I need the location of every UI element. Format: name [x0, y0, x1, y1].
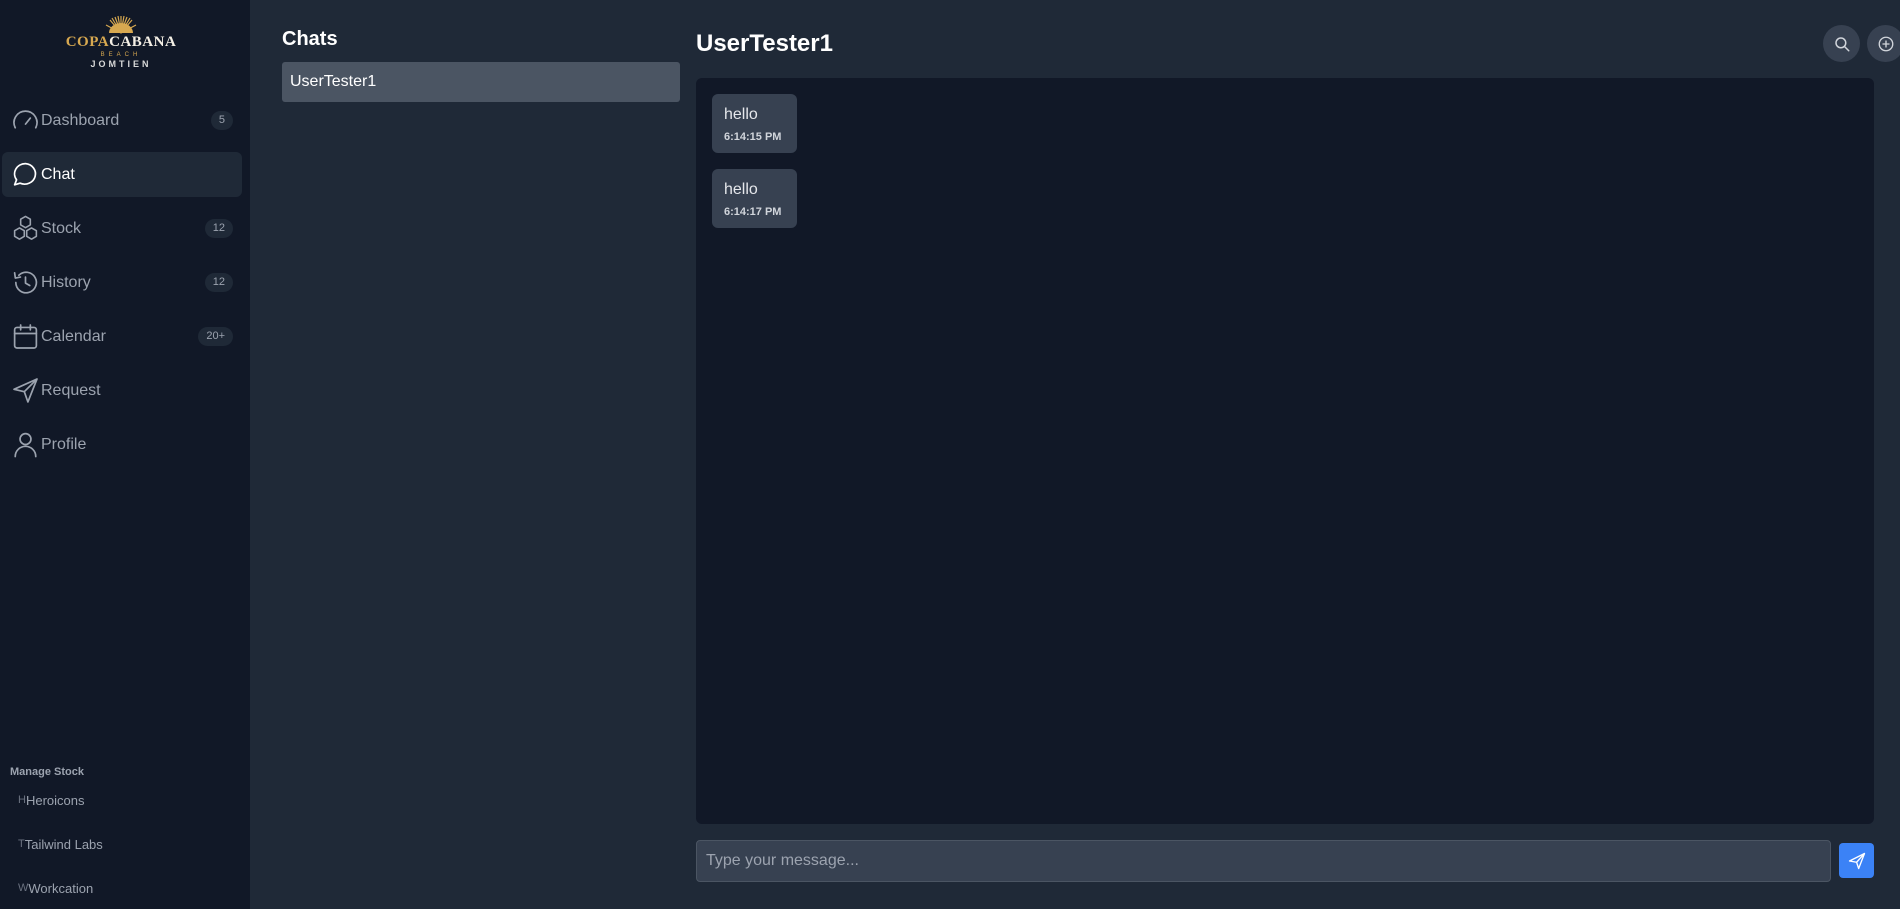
- send-icon: [1848, 852, 1865, 869]
- sidebar-item-dashboard[interactable]: Dashboard 5: [2, 98, 242, 143]
- message-timestamp: 6:14:17 PM: [724, 206, 782, 218]
- user-icon: [11, 430, 40, 459]
- conversation-panel: UserTester1 hello 6:14:15 PM hello 6:14:…: [682, 0, 1900, 909]
- sidebar-item-label: Profile: [41, 435, 87, 453]
- count-badge: 5: [210, 111, 233, 130]
- team-initial: H: [18, 794, 26, 806]
- message-thread: hello 6:14:15 PM hello 6:14:17 PM: [696, 78, 1874, 824]
- logo-subtitle: BEACH: [100, 52, 142, 58]
- manage-item-tailwind-labs[interactable]: T Tailwind Labs: [18, 834, 103, 854]
- dashboard-gauge-icon: [11, 106, 40, 135]
- chat-bubble-icon: [11, 160, 40, 189]
- message-bubble: hello 6:14:17 PM: [712, 169, 797, 228]
- manage-item-heroicons[interactable]: H Heroicons: [18, 790, 103, 810]
- chat-list-panel: Chats UserTester1: [250, 0, 682, 909]
- sidebar-item-chat[interactable]: Chat: [2, 152, 242, 197]
- brand-logo[interactable]: COPACABANA BEACH JOMTIEN: [0, 14, 242, 76]
- sidebar: COPACABANA BEACH JOMTIEN Dashboard 5 Cha…: [0, 0, 250, 909]
- sidebar-item-label: Chat: [41, 165, 75, 183]
- send-button[interactable]: [1839, 843, 1874, 878]
- message-bubble: hello 6:14:15 PM: [712, 94, 797, 153]
- sidebar-item-label: Request: [41, 381, 101, 399]
- team-label: Tailwind Labs: [24, 836, 103, 852]
- count-badge: 12: [204, 219, 233, 238]
- sidebar-item-calendar[interactable]: Calendar 20+: [2, 314, 242, 359]
- message-text: hello: [724, 106, 758, 123]
- team-initial: W: [18, 882, 29, 894]
- sidebar-item-label: Stock: [41, 219, 82, 237]
- search-button[interactable]: [1823, 25, 1860, 62]
- calendar-icon: [11, 322, 40, 351]
- team-label: Heroicons: [25, 792, 85, 808]
- count-badge: 20+: [198, 327, 233, 346]
- new-chat-button[interactable]: [1867, 25, 1900, 62]
- plus-circle-icon: [1878, 36, 1893, 51]
- manage-stock-heading: Manage Stock: [10, 766, 84, 778]
- team-initial: T: [18, 838, 25, 850]
- team-label: Workcation: [28, 880, 94, 896]
- sidebar-nav: Dashboard 5 Chat Stock 12 History 12 Cal…: [2, 98, 242, 476]
- sidebar-item-label: History: [41, 273, 91, 291]
- conversation-title: UserTester1: [696, 30, 833, 57]
- sidebar-item-history[interactable]: History 12: [2, 260, 242, 305]
- search-icon: [1834, 36, 1849, 51]
- count-badge: 12: [204, 273, 233, 292]
- message-timestamp: 6:14:15 PM: [724, 131, 782, 143]
- logo-location: JOMTIEN: [90, 59, 152, 69]
- paper-plane-icon: [11, 376, 40, 405]
- chat-list-item[interactable]: UserTester1: [282, 62, 680, 102]
- sidebar-item-stock[interactable]: Stock 12: [2, 206, 242, 251]
- message-input-wrapper: [696, 840, 1831, 882]
- sidebar-item-request[interactable]: Request: [2, 368, 242, 413]
- message-input[interactable]: [697, 841, 1830, 881]
- logo-wordmark: COPACABANA: [65, 34, 177, 50]
- sidebar-item-label: Calendar: [41, 327, 106, 345]
- sidebar-item-profile[interactable]: Profile: [2, 422, 242, 467]
- message-text: hello: [724, 181, 758, 198]
- sidebar-item-label: Dashboard: [41, 111, 120, 129]
- cubes-icon: [11, 214, 40, 243]
- manage-stock-list: H Heroicons T Tailwind Labs W Workcation: [18, 790, 103, 909]
- history-clock-icon: [11, 268, 40, 297]
- manage-item-workcation[interactable]: W Workcation: [18, 878, 103, 898]
- sun-logo-icon: [105, 15, 137, 34]
- chats-heading: Chats: [282, 28, 338, 50]
